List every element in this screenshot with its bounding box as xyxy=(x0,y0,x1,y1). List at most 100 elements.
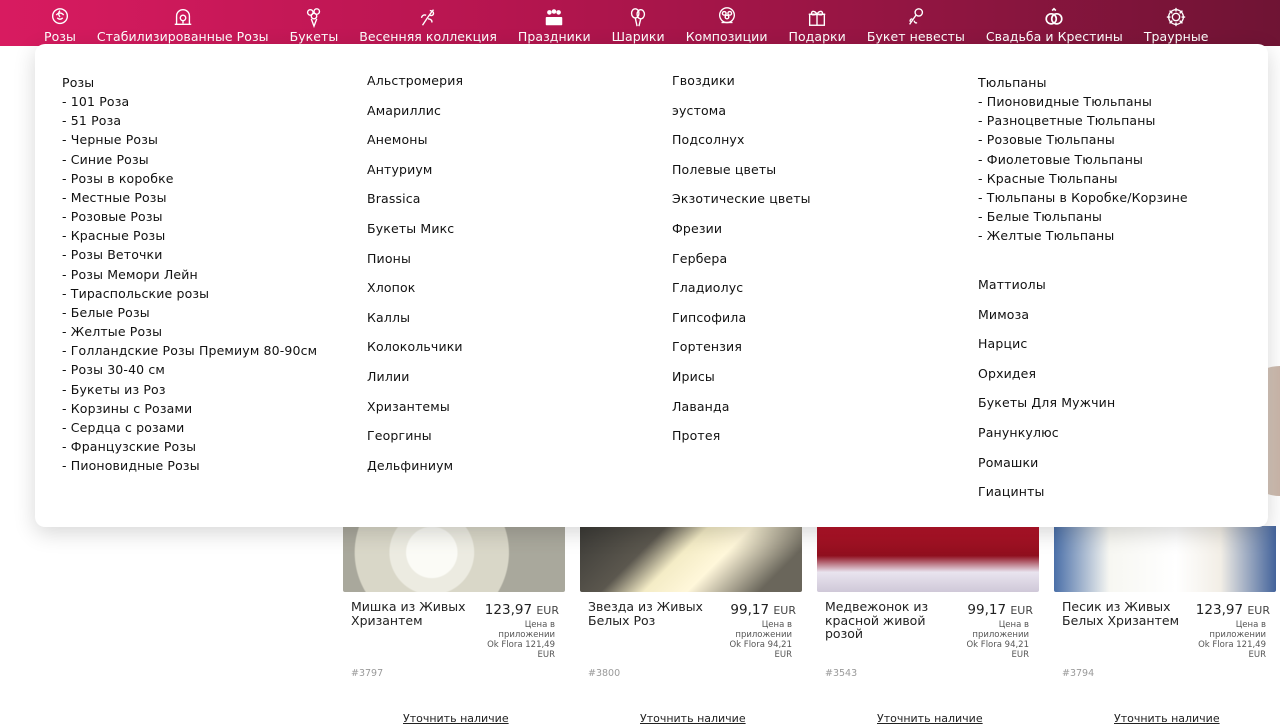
menu-link[interactable]: - Розы в коробке xyxy=(62,169,317,188)
menu-link[interactable]: Букеты Микс xyxy=(367,221,463,251)
nav-item-stabilized-roses[interactable]: Стабилизированные Розы xyxy=(97,0,269,44)
menu-link[interactable]: Альстромерия xyxy=(367,73,463,103)
menu-link[interactable]: Колокольчики xyxy=(367,339,463,369)
menu-link[interactable]: - Розы 30-40 см xyxy=(62,360,317,379)
check-availability-link[interactable]: Уточнить наличие xyxy=(877,712,983,725)
menu-link[interactable]: Маттиолы xyxy=(978,277,1115,307)
product-name[interactable]: Медвежонок из красной живой розой xyxy=(825,600,945,641)
menu-link[interactable]: Антуриум xyxy=(367,162,463,192)
menu-link[interactable]: Гипсофила xyxy=(672,310,811,340)
check-availability-link[interactable]: Уточнить наличие xyxy=(403,712,509,725)
menu-link[interactable]: Фрезии xyxy=(672,221,811,251)
wreath-icon xyxy=(1164,5,1188,29)
check-availability-link[interactable]: Уточнить наличие xyxy=(1114,712,1220,725)
product-image[interactable] xyxy=(817,526,1039,592)
menu-link[interactable]: Лаванда xyxy=(672,399,811,429)
product-image[interactable] xyxy=(1054,526,1276,592)
menu-link[interactable]: - Синие Розы xyxy=(62,150,317,169)
menu-link[interactable]: - Французские Розы xyxy=(62,437,317,456)
menu-link[interactable]: - Тираспольские розы xyxy=(62,284,317,303)
menu-link[interactable]: - Сердца с розами xyxy=(62,418,317,437)
nav-item-funeral[interactable]: Траурные xyxy=(1144,0,1209,44)
menu-link[interactable]: Орхидея xyxy=(978,366,1115,396)
menu-link[interactable]: Анемоны xyxy=(367,132,463,162)
nav-item-holidays[interactable]: Праздники xyxy=(518,0,591,44)
product-image[interactable] xyxy=(580,526,802,592)
menu-link[interactable]: Нарцис xyxy=(978,336,1115,366)
product-sku: #3797 xyxy=(351,668,384,679)
product-card[interactable]: Мишка из Живых Хризантем 123,97 EUR Цена… xyxy=(343,526,565,725)
menu-link[interactable]: - Розовые Розы xyxy=(62,207,317,226)
menu-link[interactable]: - Розовые Тюльпаны xyxy=(978,130,1188,149)
nav-item-balloons[interactable]: Шарики xyxy=(612,0,665,44)
menu-link[interactable]: Мимоза xyxy=(978,307,1115,337)
menu-link[interactable]: - Черные Розы xyxy=(62,130,317,149)
menu-link[interactable]: - Розы Мемори Лейн xyxy=(62,265,317,284)
product-name[interactable]: Мишка из Живых Хризантем xyxy=(351,600,471,627)
check-availability-link[interactable]: Уточнить наличие xyxy=(640,712,746,725)
top-navigation: Розы Стабилизированные Розы Букеты Весен… xyxy=(0,0,1280,46)
menu-link[interactable]: Гербера xyxy=(672,251,811,281)
product-image[interactable] xyxy=(343,526,565,592)
menu-link[interactable]: Ромашки xyxy=(978,455,1115,485)
menu-link[interactable]: - Пионовидные Тюльпаны xyxy=(978,92,1188,111)
menu-link[interactable]: Розы xyxy=(62,73,317,92)
menu-link[interactable]: Хризантемы xyxy=(367,399,463,429)
nav-item-spring-collection[interactable]: Весенняя коллекция xyxy=(359,0,497,44)
product-name[interactable]: Звезда из Живых Белых Роз xyxy=(588,600,708,627)
product-name[interactable]: Песик из Живых Белых Хризантем xyxy=(1062,600,1182,627)
nav-item-bouquets[interactable]: Букеты xyxy=(290,0,339,44)
product-card[interactable]: Песик из Живых Белых Хризантем 123,97 EU… xyxy=(1054,526,1276,725)
nav-item-roses[interactable]: Розы xyxy=(44,0,76,44)
nav-item-compositions[interactable]: Композиции xyxy=(686,0,768,44)
product-sku: #3794 xyxy=(1062,668,1095,679)
menu-link[interactable]: Подсолнух xyxy=(672,132,811,162)
menu-link[interactable]: - Пионовидные Розы xyxy=(62,456,317,475)
price-value: 99,17 xyxy=(967,602,1007,618)
menu-link[interactable]: - Местные Розы xyxy=(62,188,317,207)
menu-link[interactable]: Амариллис xyxy=(367,103,463,133)
menu-link[interactable]: - Тюльпаны в Коробке/Корзине xyxy=(978,188,1188,207)
celebration-icon xyxy=(542,5,566,29)
menu-link[interactable]: Ирисы xyxy=(672,369,811,399)
menu-link[interactable]: Лилии xyxy=(367,369,463,399)
menu-link[interactable]: - Корзины с Розами xyxy=(62,399,317,418)
menu-link[interactable]: Экзотические цветы xyxy=(672,191,811,221)
menu-link[interactable]: Протея xyxy=(672,428,811,458)
menu-link[interactable]: - Красные Розы xyxy=(62,226,317,245)
menu-link[interactable]: Полевые цветы xyxy=(672,162,811,192)
product-card[interactable]: Медвежонок из красной живой розой 99,17 … xyxy=(817,526,1039,725)
menu-link[interactable]: Ранункулюс xyxy=(978,425,1115,455)
menu-link[interactable]: Гладиолус xyxy=(672,280,811,310)
menu-link[interactable]: - Фиолетовые Тюльпаны xyxy=(978,150,1188,169)
menu-link[interactable]: Букеты Для Мужчин xyxy=(978,395,1115,425)
menu-link[interactable]: Тюльпаны xyxy=(978,73,1188,92)
menu-link[interactable]: - 101 Роза xyxy=(62,92,317,111)
menu-link[interactable]: - 51 Роза xyxy=(62,111,317,130)
menu-link[interactable]: Дельфиниум xyxy=(367,458,463,488)
menu-link[interactable]: Георгины xyxy=(367,428,463,458)
menu-link[interactable]: - Голландские Розы Премиум 80-90см xyxy=(62,341,317,360)
menu-link[interactable]: - Белые Тюльпаны xyxy=(978,207,1188,226)
menu-link[interactable]: - Желтые Розы xyxy=(62,322,317,341)
menu-link[interactable]: Гвоздики xyxy=(672,73,811,103)
menu-link[interactable]: Хлопок xyxy=(367,280,463,310)
nav-item-bridal-bouquet[interactable]: Букет невесты xyxy=(867,0,965,44)
menu-link[interactable]: - Красные Тюльпаны xyxy=(978,169,1188,188)
menu-link[interactable]: эустома xyxy=(672,103,811,133)
product-card[interactable]: Звезда из Живых Белых Роз 99,17 EUR Цена… xyxy=(580,526,802,725)
menu-link[interactable]: - Белые Розы xyxy=(62,303,317,322)
menu-link[interactable]: Пионы xyxy=(367,251,463,281)
menu-link[interactable]: Каллы xyxy=(367,310,463,340)
menu-link[interactable]: Гиацинты xyxy=(978,484,1115,514)
menu-link[interactable]: Brassica xyxy=(367,191,463,221)
price-value: 99,17 xyxy=(730,602,770,618)
menu-link[interactable]: - Букеты из Роз xyxy=(62,380,317,399)
nav-item-wedding-baptism[interactable]: Свадьба и Крестины xyxy=(986,0,1123,44)
menu-link[interactable]: - Разноцветные Тюльпаны xyxy=(978,111,1188,130)
menu-link[interactable]: - Розы Веточки xyxy=(62,245,317,264)
nav-item-gifts[interactable]: Подарки xyxy=(789,0,846,44)
menu-link[interactable]: - Желтые Тюльпаны xyxy=(978,226,1188,245)
menu-link[interactable]: Гортензия xyxy=(672,339,811,369)
price-value: 123,97 xyxy=(1195,602,1244,618)
